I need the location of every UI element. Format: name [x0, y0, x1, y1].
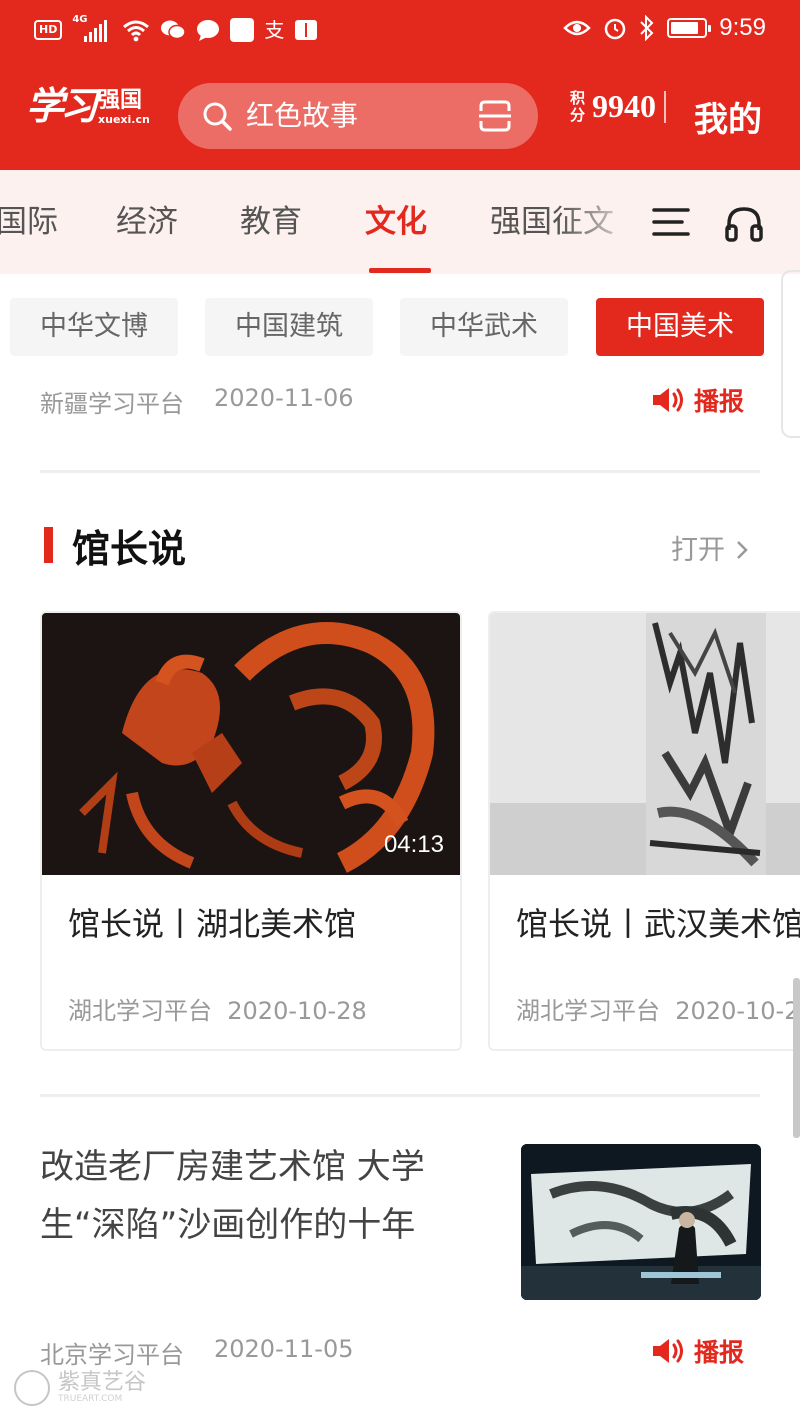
section-title: 馆长说	[72, 526, 187, 571]
article1-date: 2020-11-06	[214, 384, 354, 412]
battery-level	[671, 22, 699, 34]
article2-date: 2020-11-05	[214, 1335, 354, 1363]
card-source: 湖北学习平台	[516, 997, 660, 1025]
article2-title[interactable]: 改造老厂房建艺术馆 大学生“深陷”沙画创作的十年	[40, 1138, 490, 1254]
xuexi-logo[interactable]: 学习 强国 xuexi.cn	[26, 80, 150, 132]
chip-chinese-architecture[interactable]: 中国建筑	[205, 298, 373, 356]
broadcast-label: 播报	[694, 1338, 745, 1367]
channel-tabs: 国际 经济 教育 文化 强国征文	[0, 170, 800, 274]
points-label: 积分	[570, 88, 586, 124]
eye-comfort-icon	[563, 20, 592, 36]
speaker-icon	[653, 388, 683, 412]
app-notification-icon	[230, 18, 255, 42]
tab-education[interactable]: 教育	[240, 196, 302, 241]
tab-international[interactable]: 国际	[0, 196, 58, 241]
scan-icon[interactable]	[478, 99, 512, 133]
scrollbar-thumb[interactable]	[793, 978, 800, 1138]
card-title: 馆长说丨武汉美术馆	[516, 905, 800, 943]
divider	[40, 470, 760, 473]
chevron-right-icon	[736, 541, 748, 559]
chip-chinese-relics[interactable]: 中华文博	[10, 298, 178, 356]
video-duration: 04:13	[383, 831, 444, 858]
card-title: 馆长说丨湖北美术馆	[68, 905, 357, 943]
status-bar: HD 4G 支 9:59	[0, 0, 800, 62]
broadcast-label: 播报	[694, 387, 745, 416]
tab-culture[interactable]: 文化	[365, 196, 427, 241]
card-meta: 湖北学习平台 2020-10-28	[68, 991, 367, 1026]
chip-chinese-fine-arts[interactable]: 中国美术	[596, 298, 764, 356]
section-open-link[interactable]: 打开	[671, 528, 750, 567]
article1-source: 新疆学习平台	[40, 390, 184, 418]
article2-thumbnail[interactable]	[521, 1144, 761, 1300]
logo-text: 强国	[98, 88, 143, 113]
alarm-icon	[605, 18, 626, 40]
search-placeholder: 红色故事	[246, 99, 359, 132]
search-icon	[203, 102, 232, 131]
points-value: 9940	[592, 88, 656, 124]
mine-button[interactable]: 我的	[694, 92, 762, 141]
alipay-icon: 支	[264, 18, 285, 42]
card-date: 2020-10-2	[675, 997, 800, 1025]
article2-broadcast-button[interactable]: 播报	[652, 1333, 744, 1369]
message-icon	[197, 20, 220, 41]
hd-badge: HD	[34, 20, 63, 40]
points-divider	[664, 90, 666, 123]
card-date: 2020-10-28	[227, 997, 367, 1025]
cellular-signal-icon: 4G	[72, 14, 112, 42]
menu-icon[interactable]	[652, 206, 690, 238]
book-icon	[295, 20, 318, 40]
speaker-icon	[653, 1339, 683, 1363]
section-marker	[44, 527, 53, 563]
chip-chinese-martial-arts[interactable]: 中华武术	[400, 298, 568, 356]
watermark: 紫真艺谷 TRUEART.COM	[14, 1370, 146, 1406]
video-thumbnail	[490, 613, 800, 875]
logo-sub: xuexi.cn	[98, 113, 150, 126]
open-label: 打开	[671, 535, 725, 566]
app-header: 学习 强国 xuexi.cn 红色故事 积分 9940 我的	[0, 72, 800, 162]
wifi-icon	[123, 20, 150, 42]
divider	[40, 1094, 760, 1097]
tab-economy[interactable]: 经济	[116, 196, 178, 241]
bluetooth-icon	[640, 15, 654, 41]
search-bar[interactable]: 红色故事	[178, 83, 538, 149]
card-meta: 湖北学习平台 2020-10-2	[516, 991, 799, 1026]
scroll-edge	[781, 270, 800, 438]
video-card[interactable]: 馆长说丨武汉美术馆 湖北学习平台 2020-10-2	[488, 611, 800, 1051]
headphones-icon[interactable]	[724, 204, 764, 244]
card-source: 湖北学习平台	[68, 997, 212, 1025]
logo-script: 学习	[26, 83, 98, 128]
article2-source: 北京学习平台	[40, 1341, 184, 1369]
tab-fade-overlay	[560, 170, 640, 274]
article1-broadcast-button[interactable]: 播报	[652, 382, 744, 418]
watermark-text: 紫真艺谷	[58, 1370, 147, 1395]
clock-time: 9:59	[719, 14, 766, 41]
video-card[interactable]: 04:13 馆长说丨湖北美术馆 湖北学习平台 2020-10-28	[40, 611, 462, 1051]
points-display[interactable]: 积分 9940	[570, 88, 666, 125]
wechat-icon	[161, 20, 187, 40]
battery-icon	[667, 18, 712, 38]
watermark-logo-icon	[14, 1370, 50, 1406]
watermark-sub: TRUEART.COM	[58, 1394, 123, 1404]
active-tab-indicator	[369, 268, 431, 273]
